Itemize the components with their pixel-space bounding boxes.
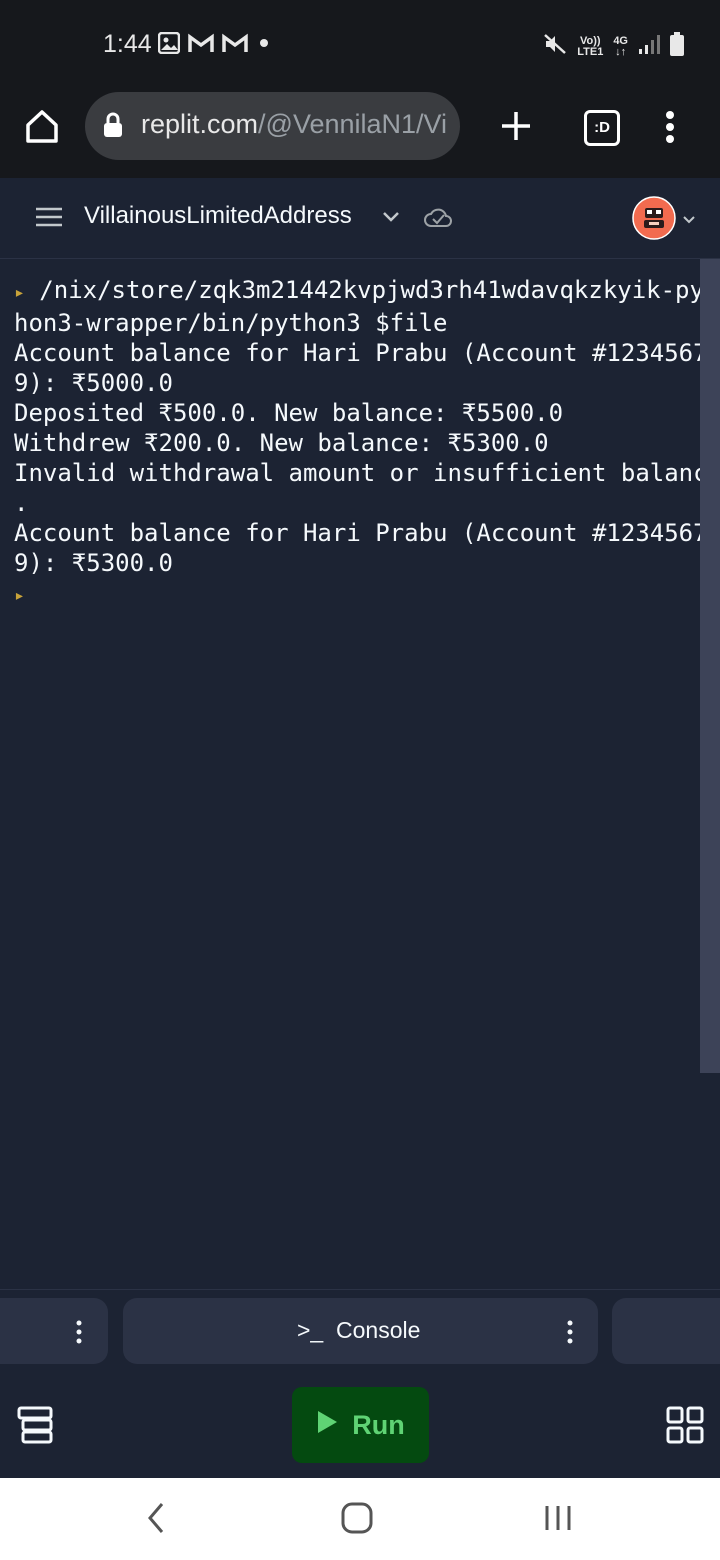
system-nav-bar bbox=[0, 1478, 720, 1560]
run-label: Run bbox=[352, 1409, 405, 1440]
console-prompt-line: ▸ bbox=[14, 578, 700, 611]
run-button[interactable]: Run bbox=[292, 1387, 429, 1463]
volte-indicator: Vo)) LTE1 bbox=[577, 34, 604, 58]
console-line: Withdrew ₹200.0. New balance: ₹5300.0 bbox=[14, 429, 549, 457]
more-vert-icon[interactable] bbox=[76, 1320, 82, 1349]
console-line: 9): ₹5300.0 bbox=[14, 549, 173, 577]
tab-left[interactable] bbox=[0, 1298, 108, 1364]
chevron-down-icon[interactable] bbox=[382, 210, 400, 228]
grid-icon[interactable] bbox=[666, 1406, 704, 1449]
address-bar[interactable]: replit.com/@VennilaN1/Vi bbox=[85, 92, 460, 160]
console-line: 9): ₹5000.0 bbox=[14, 369, 173, 397]
pane-tab-strip: >_ Console bbox=[0, 1289, 720, 1375]
recents-icon[interactable] bbox=[544, 1504, 572, 1537]
status-time: 1:44 bbox=[103, 30, 152, 58]
tab-console[interactable]: >_ Console bbox=[123, 1298, 598, 1364]
play-icon bbox=[316, 1410, 338, 1441]
files-icon[interactable] bbox=[17, 1406, 53, 1449]
prompt-icon: ▸ bbox=[14, 585, 25, 606]
console-line: ▸ /nix/store/zqk3m21442kvpjwd3rh41wdavqk… bbox=[14, 276, 719, 304]
avatar[interactable] bbox=[632, 196, 676, 245]
console-line: . bbox=[14, 489, 29, 517]
cloud-saved-icon bbox=[424, 206, 452, 233]
scrollbar-thumb[interactable] bbox=[700, 259, 720, 1073]
signal-icon bbox=[638, 33, 660, 60]
console-line: Account balance for Hari Prabu (Account … bbox=[14, 339, 720, 367]
notification-dot-icon bbox=[256, 35, 272, 56]
more-vert-icon[interactable] bbox=[567, 1320, 573, 1349]
home-nav-icon[interactable] bbox=[341, 1502, 373, 1539]
prompt-icon: ▸ bbox=[14, 282, 25, 303]
bottom-toolbar: Run bbox=[0, 1374, 720, 1478]
home-icon[interactable] bbox=[24, 108, 60, 149]
status-bar: 1:44 Vo)) LTE1 4G ↓↑ bbox=[0, 0, 720, 92]
gmail-icon bbox=[188, 33, 214, 58]
console-line: Invalid withdrawal amount or insufficien… bbox=[14, 459, 720, 487]
gmail-icon bbox=[222, 33, 248, 58]
new-tab-icon[interactable] bbox=[500, 110, 532, 147]
menu-icon[interactable] bbox=[36, 206, 62, 233]
mute-icon bbox=[543, 32, 567, 61]
chevron-down-icon[interactable] bbox=[682, 212, 696, 230]
console-line: hon3-wrapper/bin/python3 $file bbox=[14, 309, 448, 337]
url-text: replit.com/@VennilaN1/Vi bbox=[141, 109, 448, 139]
tab-console-label: >_ Console bbox=[297, 1317, 421, 1343]
tab-switcher-button[interactable]: :D bbox=[584, 110, 620, 146]
gallery-icon bbox=[157, 31, 181, 59]
console-line: Deposited ₹500.0. New balance: ₹5500.0 bbox=[14, 399, 564, 427]
tab-right[interactable] bbox=[612, 1298, 720, 1364]
lock-icon bbox=[103, 112, 123, 143]
back-icon[interactable] bbox=[146, 1502, 166, 1539]
more-vert-icon[interactable] bbox=[662, 110, 678, 149]
browser-toolbar: replit.com/@VennilaN1/Vi :D bbox=[0, 92, 720, 178]
app-header: VillainousLimitedAddress bbox=[0, 178, 720, 259]
repl-name[interactable]: VillainousLimitedAddress bbox=[84, 202, 352, 230]
network-type-indicator: 4G ↓↑ bbox=[613, 34, 628, 58]
battery-icon bbox=[670, 32, 684, 61]
console-scrollbar[interactable] bbox=[700, 259, 720, 1289]
console-line: Account balance for Hari Prabu (Account … bbox=[14, 519, 720, 547]
console-output[interactable]: ▸ /nix/store/zqk3m21442kvpjwd3rh41wdavqk… bbox=[0, 259, 720, 1289]
